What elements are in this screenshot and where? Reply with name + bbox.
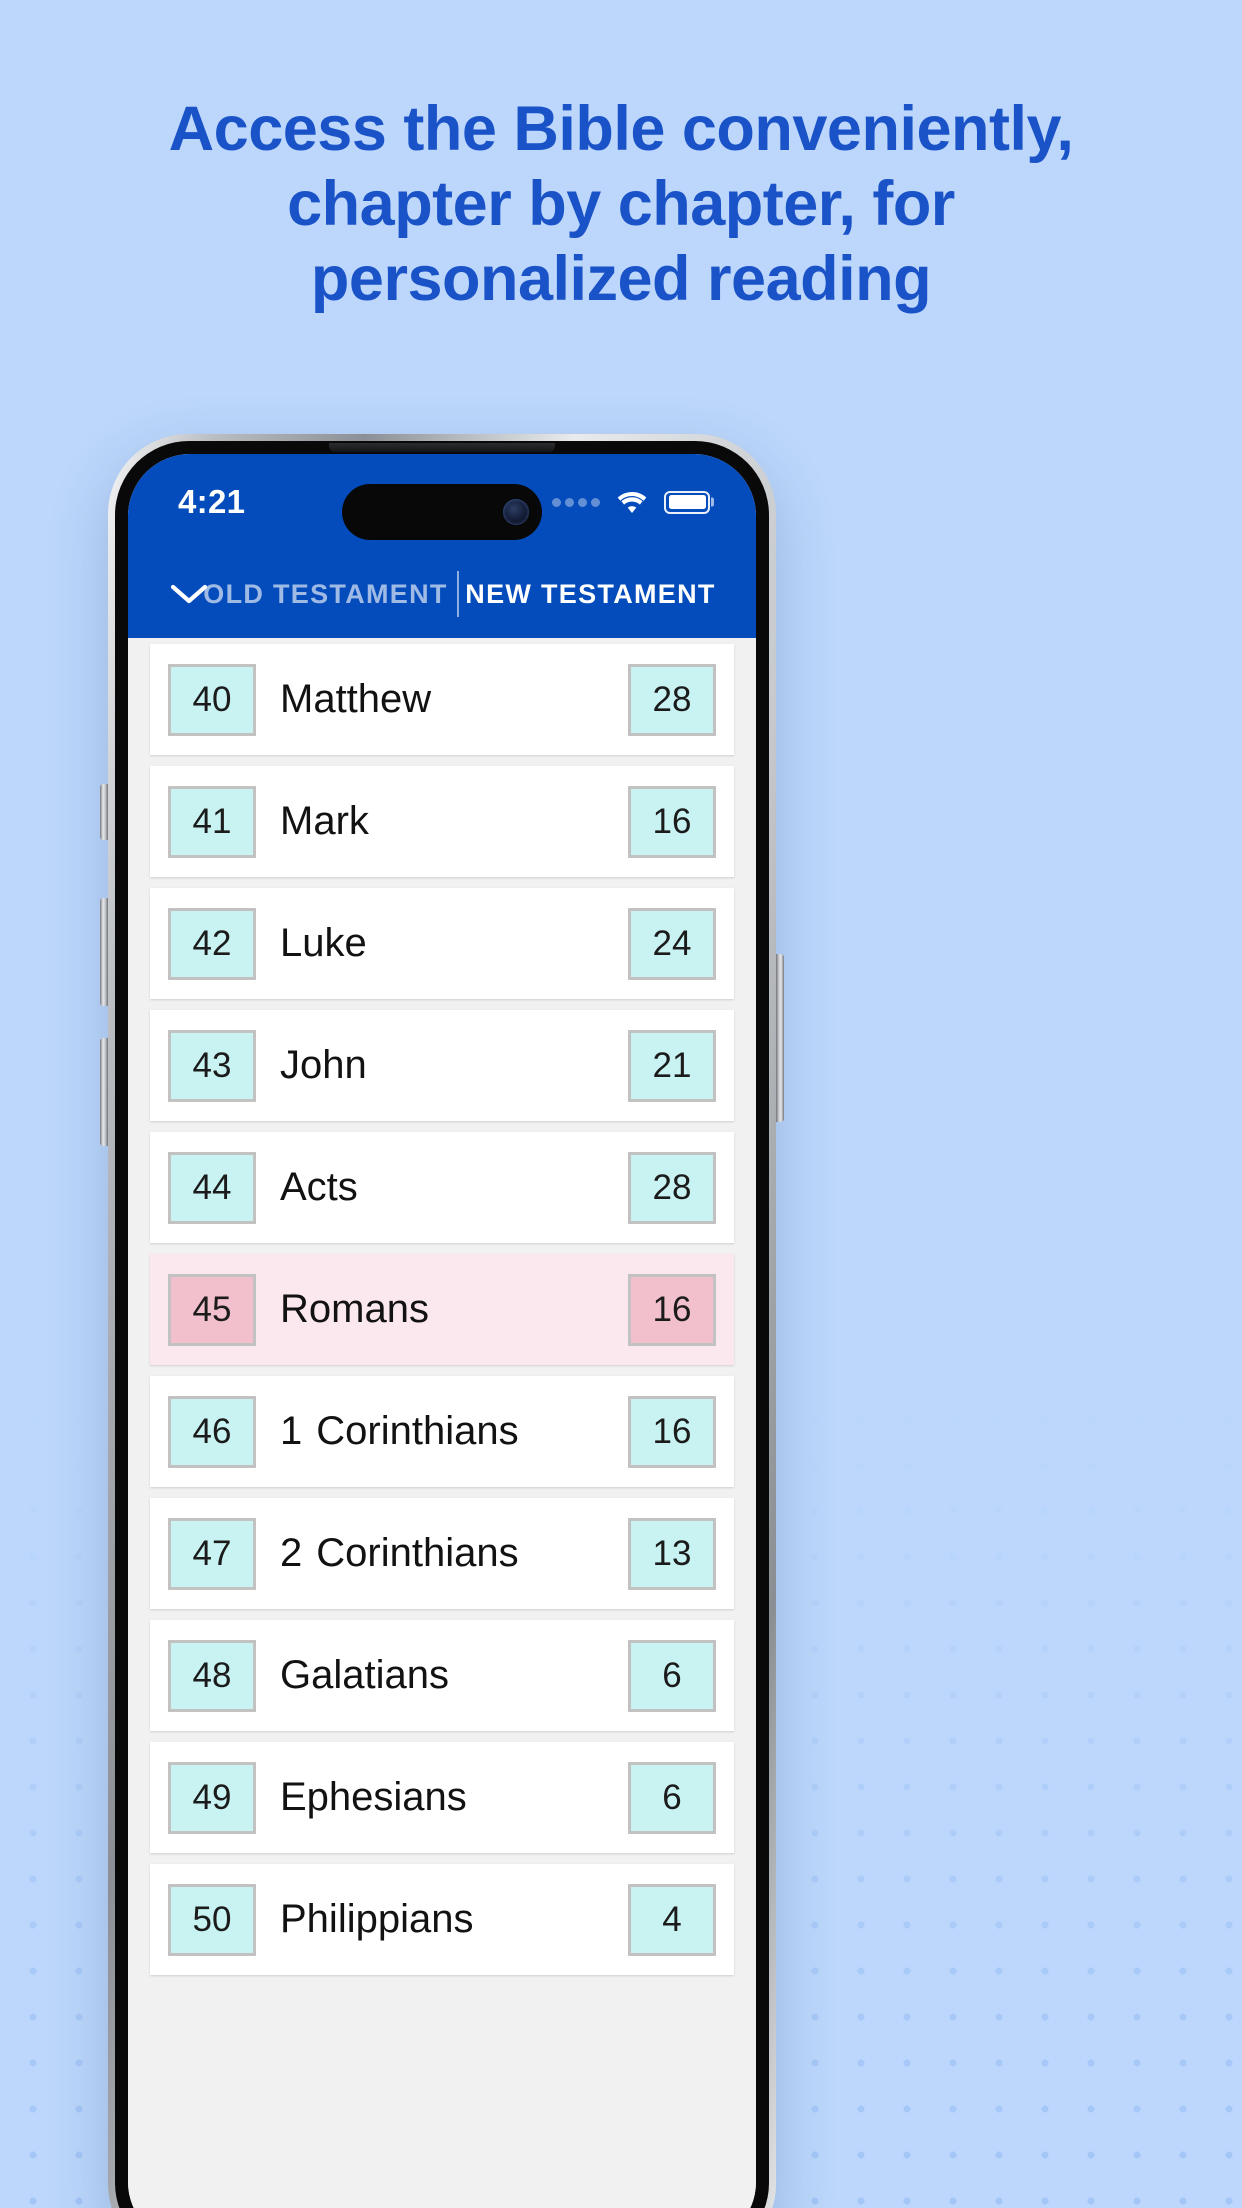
book-ordinal: 2 [280,1531,303,1575]
chapter-count-badge: 6 [628,1639,716,1712]
book-ordinal: 1 [280,1409,303,1453]
chapter-count-badge: 4 [628,1883,716,1956]
volume-up-button[interactable] [100,898,108,1006]
book-row[interactable]: 49 Ephesians 6 [150,1742,734,1853]
signal-dots-icon [552,497,600,507]
phone-device-mockup: 4:21 OLD TESTAMENT NEW TESTAMENT 40 Matt… [100,434,784,2208]
chapter-count-badge: 16 [628,1395,716,1468]
book-name: Matthew [256,677,628,722]
book-title: Philippians [280,1897,474,1941]
dynamic-island [342,484,542,540]
book-row[interactable]: 50 Philippians 4 [150,1864,734,1975]
book-row[interactable]: 45 Romans 16 [150,1254,734,1365]
earpiece-speaker [329,443,555,452]
book-name: Galatians [256,1653,628,1698]
phone-bezel: 4:21 OLD TESTAMENT NEW TESTAMENT 40 Matt… [115,441,769,2208]
book-name: 1 Corinthians [256,1409,628,1454]
page-title: Access the Bible conveniently, chapter b… [0,92,1242,317]
chapter-count-badge: 16 [628,785,716,858]
chapter-count-badge: 6 [628,1761,716,1834]
book-row[interactable]: 41 Mark 16 [150,766,734,877]
book-title: Matthew [280,677,432,721]
front-camera-icon [503,499,529,525]
book-list[interactable]: 40 Matthew 28 41 Mark 16 42 Luke 24 43 John 21 44 Act… [128,638,756,2208]
book-number-badge: 50 [168,1883,256,1956]
book-title: John [280,1043,367,1087]
book-title: Luke [280,921,367,965]
wifi-icon [617,491,647,513]
book-title: Corinthians [316,1531,519,1575]
tab-new-testament[interactable]: NEW TESTAMENT [459,579,722,610]
status-bar: 4:21 [128,454,756,550]
silent-switch-button[interactable] [100,784,108,840]
book-name: John [256,1043,628,1088]
book-title: Mark [280,799,369,843]
book-name: Acts [256,1165,628,1210]
app-header: 4:21 OLD TESTAMENT NEW TESTAMENT [128,454,756,638]
chapter-count-badge: 28 [628,663,716,736]
book-row[interactable]: 44 Acts 28 [150,1132,734,1243]
book-number-badge: 45 [168,1273,256,1346]
book-title: Galatians [280,1653,449,1697]
book-number-badge: 43 [168,1029,256,1102]
book-name: Ephesians [256,1775,628,1820]
book-row[interactable]: 47 2 Corinthians 13 [150,1498,734,1609]
headline-line-3: personalized reading [310,244,932,314]
power-button[interactable] [776,954,784,1122]
volume-down-button[interactable] [100,1038,108,1146]
headline-line-1: Access the Bible conveniently, [168,94,1074,164]
book-row[interactable]: 43 John 21 [150,1010,734,1121]
book-row[interactable]: 46 1 Corinthians 16 [150,1376,734,1487]
book-title: Ephesians [280,1775,467,1819]
book-number-badge: 42 [168,907,256,980]
book-number-badge: 46 [168,1395,256,1468]
book-name: Philippians [256,1897,628,1942]
chapter-count-badge: 28 [628,1151,716,1224]
book-number-badge: 48 [168,1639,256,1712]
book-number-badge: 40 [168,663,256,736]
book-number-badge: 41 [168,785,256,858]
chapter-count-badge: 16 [628,1273,716,1346]
chapter-count-badge: 24 [628,907,716,980]
book-row[interactable]: 48 Galatians 6 [150,1620,734,1731]
book-name: Luke [256,921,628,966]
book-name: 2 Corinthians [256,1531,628,1576]
book-number-badge: 47 [168,1517,256,1590]
headline-line-2: chapter by chapter, for [287,169,955,239]
book-row[interactable]: 40 Matthew 28 [150,644,734,755]
book-name: Mark [256,799,628,844]
book-number-badge: 49 [168,1761,256,1834]
book-row[interactable]: 42 Luke 24 [150,888,734,999]
book-number-badge: 44 [168,1151,256,1224]
book-title: Corinthians [316,1409,519,1453]
status-bar-icons [552,490,710,515]
tab-old-testament[interactable]: OLD TESTAMENT [194,579,457,610]
book-name: Romans [256,1287,628,1332]
battery-full-icon [664,490,710,514]
book-title: Romans [280,1287,429,1331]
phone-screen: 4:21 OLD TESTAMENT NEW TESTAMENT 40 Matt… [128,454,756,2208]
status-bar-clock: 4:21 [178,483,246,520]
chapter-count-badge: 21 [628,1029,716,1102]
chapter-count-badge: 13 [628,1517,716,1590]
book-title: Acts [280,1165,358,1209]
testament-tab-bar: OLD TESTAMENT NEW TESTAMENT [128,550,756,638]
